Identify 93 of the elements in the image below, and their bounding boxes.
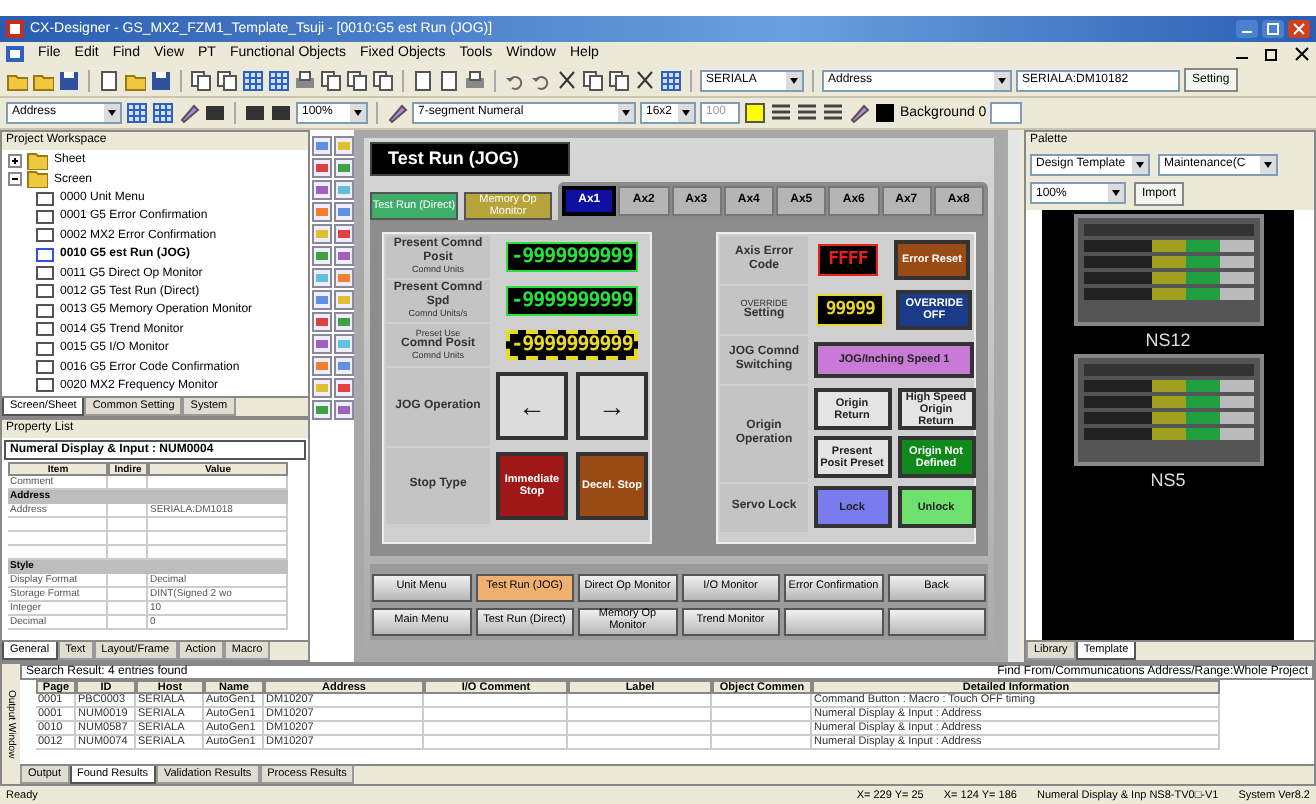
copy-icon[interactable] [582, 69, 604, 92]
pen-icon[interactable] [386, 101, 408, 124]
widget-icon[interactable] [334, 377, 354, 398]
numeric-display[interactable]: -9999999999 [505, 329, 639, 360]
widget-icon[interactable] [334, 223, 354, 244]
widget-icon[interactable] [334, 245, 354, 266]
widget-icon[interactable] [334, 333, 354, 354]
widget-icon[interactable] [312, 201, 332, 222]
dropdown-arrow-icon[interactable] [104, 103, 120, 122]
widget-icon[interactable] [312, 245, 332, 266]
maximize-icon[interactable] [1262, 19, 1284, 38]
grid-icon[interactable] [152, 101, 174, 124]
printer-icon[interactable] [294, 69, 316, 92]
dropdown-arrow-icon[interactable] [1132, 155, 1148, 174]
cut-icon[interactable] [556, 69, 578, 92]
dropdown-arrow-icon[interactable] [350, 103, 366, 122]
grid-icon[interactable] [268, 69, 290, 92]
widget-icon[interactable] [334, 355, 354, 376]
folder-icon[interactable] [124, 69, 146, 92]
widget-icon[interactable] [334, 179, 354, 200]
dropdown-arrow-icon[interactable] [1260, 155, 1276, 174]
close-icon[interactable] [1288, 19, 1310, 38]
document-icon[interactable] [438, 69, 460, 92]
folder-icon [26, 170, 48, 189]
widget-icon[interactable] [312, 311, 332, 332]
document-menu-icon[interactable] [6, 45, 24, 62]
widget-icon[interactable] [334, 267, 354, 288]
copy-icon[interactable] [190, 69, 212, 92]
copy-icon[interactable] [346, 69, 368, 92]
pen-icon[interactable] [848, 101, 870, 124]
dropdown-arrow-icon[interactable] [994, 71, 1010, 90]
template-preview-drawing[interactable] [1073, 353, 1263, 466]
widget-icon[interactable] [312, 289, 332, 310]
widget-icon[interactable] [312, 355, 332, 376]
align-icon[interactable] [796, 101, 818, 124]
panel-button[interactable]: ← [496, 372, 568, 441]
square-icon[interactable] [244, 101, 266, 124]
widget-icon[interactable] [312, 377, 332, 398]
numeric-display: FFFF [818, 243, 878, 276]
widget-icon[interactable] [312, 399, 332, 420]
dropdown-arrow-icon[interactable] [618, 103, 634, 122]
copy-icon[interactable] [320, 69, 342, 92]
align-icon[interactable] [770, 101, 792, 124]
screen-title: Test Run (JOG) [370, 141, 570, 176]
expand-icon[interactable] [8, 153, 22, 168]
cut-icon[interactable] [634, 69, 656, 92]
collapse-icon[interactable] [8, 172, 22, 187]
fill-color-icon[interactable] [744, 101, 766, 124]
widget-icon[interactable] [334, 311, 354, 332]
square-icon[interactable] [270, 101, 292, 124]
panel-button[interactable]: → [576, 372, 648, 441]
template-name: NS5 [1150, 469, 1186, 490]
nav-button[interactable] [784, 607, 883, 636]
square-icon[interactable] [204, 101, 226, 124]
grid-icon[interactable] [660, 69, 682, 92]
pen-icon[interactable] [178, 101, 200, 124]
widget-icon[interactable] [334, 289, 354, 310]
copy-icon[interactable] [372, 69, 394, 92]
widget-icon[interactable] [334, 135, 354, 156]
template-preview-drawing[interactable] [1073, 213, 1263, 326]
widget-icon[interactable] [312, 135, 332, 156]
template-name: NS12 [1145, 329, 1191, 350]
widget-icon[interactable] [312, 179, 332, 200]
numeric-display[interactable]: -9999999999 [505, 285, 639, 316]
widget-icon[interactable] [312, 223, 332, 244]
dropdown-arrow-icon[interactable] [678, 103, 694, 122]
widget-icon[interactable] [334, 201, 354, 222]
grid-icon[interactable] [126, 101, 148, 124]
document-icon[interactable] [412, 69, 434, 92]
background-field[interactable] [990, 101, 1023, 124]
dropdown-arrow-icon[interactable] [786, 71, 802, 90]
widget-icon[interactable] [334, 157, 354, 178]
app-logo-icon [6, 19, 24, 38]
nav-button[interactable] [887, 607, 986, 636]
text-color-icon[interactable] [874, 101, 896, 124]
copy-icon[interactable] [608, 69, 630, 92]
copy-icon[interactable] [216, 69, 238, 92]
numeric-display: 99999 [815, 293, 885, 326]
widget-icon[interactable] [312, 157, 332, 178]
widget-icon[interactable] [312, 267, 332, 288]
scrollbar[interactable] [1006, 129, 1020, 662]
dropdown-arrow-icon[interactable] [1108, 184, 1124, 203]
printer-icon[interactable] [464, 69, 486, 92]
grid-icon[interactable] [242, 69, 264, 92]
document-icon[interactable] [98, 69, 120, 92]
close-icon[interactable] [1294, 45, 1310, 62]
folder-icon[interactable] [6, 69, 28, 92]
restore-icon[interactable] [1264, 45, 1280, 62]
widget-icon[interactable] [312, 333, 332, 354]
numeric-display[interactable]: -9999999999 [505, 241, 639, 272]
align-icon[interactable] [822, 101, 844, 124]
folder-icon[interactable] [32, 69, 54, 92]
widget-icon[interactable] [334, 399, 354, 420]
